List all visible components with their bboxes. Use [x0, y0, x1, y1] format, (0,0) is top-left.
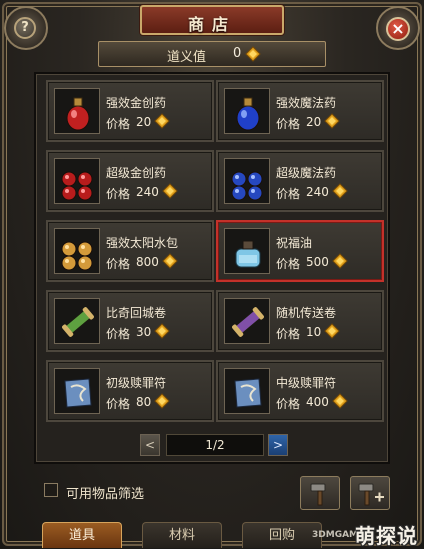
shop-item-slot[interactable]: 中级赎罪符价格 400 — [216, 360, 384, 422]
price-value: 400 — [306, 395, 329, 409]
gold-ingot-icon — [154, 323, 170, 339]
prev-page-button[interactable]: < — [140, 434, 160, 456]
gold-ingot-icon — [162, 253, 178, 269]
blue-potion-icon — [236, 97, 260, 131]
shop-item-slot[interactable]: 强效魔法药价格 20 — [216, 80, 384, 142]
blessing-oil-icon — [235, 240, 261, 268]
price-value: 240 — [136, 185, 159, 199]
blue-potion-bundle-icon — [231, 171, 263, 201]
price-label: 价格 — [276, 117, 301, 131]
price-label: 价格 — [106, 327, 131, 341]
item-name: 强效魔法药 — [276, 96, 337, 110]
gold-ingot-icon — [162, 183, 178, 199]
shop-item-slot[interactable]: 初级赎罪符价格 80 — [46, 360, 214, 422]
repair-all-button[interactable] — [350, 476, 390, 510]
shop-window: ? × 商店 道义值 0 强效金创药 价格 20 强效魔法药 价格 20 超级金创药 价格 24… — [0, 0, 424, 548]
shop-item-slot[interactable]: 强效金创药价格 20 — [46, 80, 214, 142]
title-bar: 商店 — [140, 5, 284, 35]
price-label: 价格 — [276, 327, 301, 341]
gold-ingot-icon — [332, 393, 348, 409]
item-icon-frame — [224, 158, 270, 204]
purple-scroll-icon — [232, 307, 264, 337]
help-button[interactable]: ? — [14, 17, 36, 39]
watermark: 3DMGAME 萌探说 — [308, 518, 420, 548]
item-icon-frame — [224, 228, 270, 274]
shop-item-slot[interactable]: 祝福油价格 500 — [216, 220, 384, 282]
item-name: 强效太阳水包 — [106, 236, 179, 250]
item-name: 比奇回城卷 — [106, 306, 167, 320]
item-icon-frame — [224, 368, 270, 414]
talisman-icon — [234, 378, 262, 408]
close-button[interactable]: × — [386, 17, 410, 41]
item-icon-frame — [224, 88, 270, 134]
page-indicator: 1/2 — [166, 434, 264, 456]
red-potion-icon — [66, 97, 90, 131]
hammer-plus-icon — [358, 483, 384, 506]
next-page-button[interactable]: > — [268, 434, 288, 456]
price-value: 20 — [306, 115, 322, 129]
hammer-icon — [310, 483, 326, 506]
item-icon-frame — [54, 298, 100, 344]
window-title: 商店 — [187, 15, 236, 34]
price-value: 80 — [136, 395, 152, 409]
favor-bar: 道义值 0 — [98, 41, 326, 67]
gold-ingot-icon — [154, 393, 170, 409]
repair-button[interactable] — [300, 476, 340, 510]
price-value: 240 — [306, 185, 329, 199]
item-icon-frame — [54, 228, 100, 274]
pager: < 1/2 > — [140, 434, 290, 456]
item-icon-frame — [224, 298, 270, 344]
sun-water-bundle-icon — [61, 241, 93, 271]
item-name: 初级赎罪符 — [106, 376, 167, 390]
shop-item-slot[interactable]: 超级魔法药价格 240 — [216, 150, 384, 212]
item-icon-frame — [54, 368, 100, 414]
price-value: 800 — [136, 255, 159, 269]
gold-ingot-icon — [332, 183, 348, 199]
shop-item-slot[interactable]: 随机传送卷价格 10 — [216, 290, 384, 352]
gold-ingot-icon — [324, 323, 340, 339]
item-icon-frame — [54, 158, 100, 204]
gold-ingot-icon — [324, 113, 340, 129]
price-value: 500 — [306, 255, 329, 269]
shop-item-slot[interactable]: 超级金创药价格 240 — [46, 150, 214, 212]
item-name: 随机传送卷 — [276, 306, 337, 320]
item-name: 超级魔法药 — [276, 166, 337, 180]
favor-value: 0 — [233, 46, 242, 61]
filter-checkbox[interactable] — [44, 483, 58, 497]
price-label: 价格 — [106, 187, 131, 201]
price-value: 10 — [306, 325, 322, 339]
price-value: 30 — [136, 325, 152, 339]
gold-ingot-icon — [245, 46, 261, 62]
favor-label: 道义值 — [167, 50, 207, 65]
item-name: 强效金创药 — [106, 96, 167, 110]
price-label: 价格 — [276, 397, 301, 411]
gold-ingot-icon — [154, 113, 170, 129]
item-name: 超级金创药 — [106, 166, 167, 180]
item-name: 中级赎罪符 — [276, 376, 337, 390]
shop-item-slot[interactable]: 强效太阳水包 价格 800 — [46, 220, 214, 282]
price-label: 价格 — [276, 187, 301, 201]
price-label: 价格 — [106, 397, 131, 411]
shop-item-slot[interactable]: 比奇回城卷价格 30 — [46, 290, 214, 352]
price-label: 价格 — [106, 117, 131, 131]
talisman-icon — [64, 378, 92, 408]
tab-materials[interactable]: 材料 — [142, 522, 222, 548]
filter-label: 可用物品筛选 — [66, 487, 145, 502]
green-scroll-icon — [62, 307, 94, 337]
item-grid-panel: 强效金创药 价格 20 强效魔法药 价格 20 超级金创药 价格 240 超级魔法药 价格 240 强效… — [34, 72, 390, 464]
price-label: 价格 — [276, 257, 301, 271]
gold-ingot-icon — [332, 253, 348, 269]
red-potion-bundle-icon — [61, 171, 93, 201]
item-icon-frame — [54, 88, 100, 134]
watermark-text: 萌探说 — [355, 524, 418, 548]
item-name: 祝福油 — [276, 236, 313, 250]
tab-items[interactable]: 道具 — [42, 522, 122, 548]
price-value: 20 — [136, 115, 152, 129]
price-label: 价格 — [106, 257, 131, 271]
